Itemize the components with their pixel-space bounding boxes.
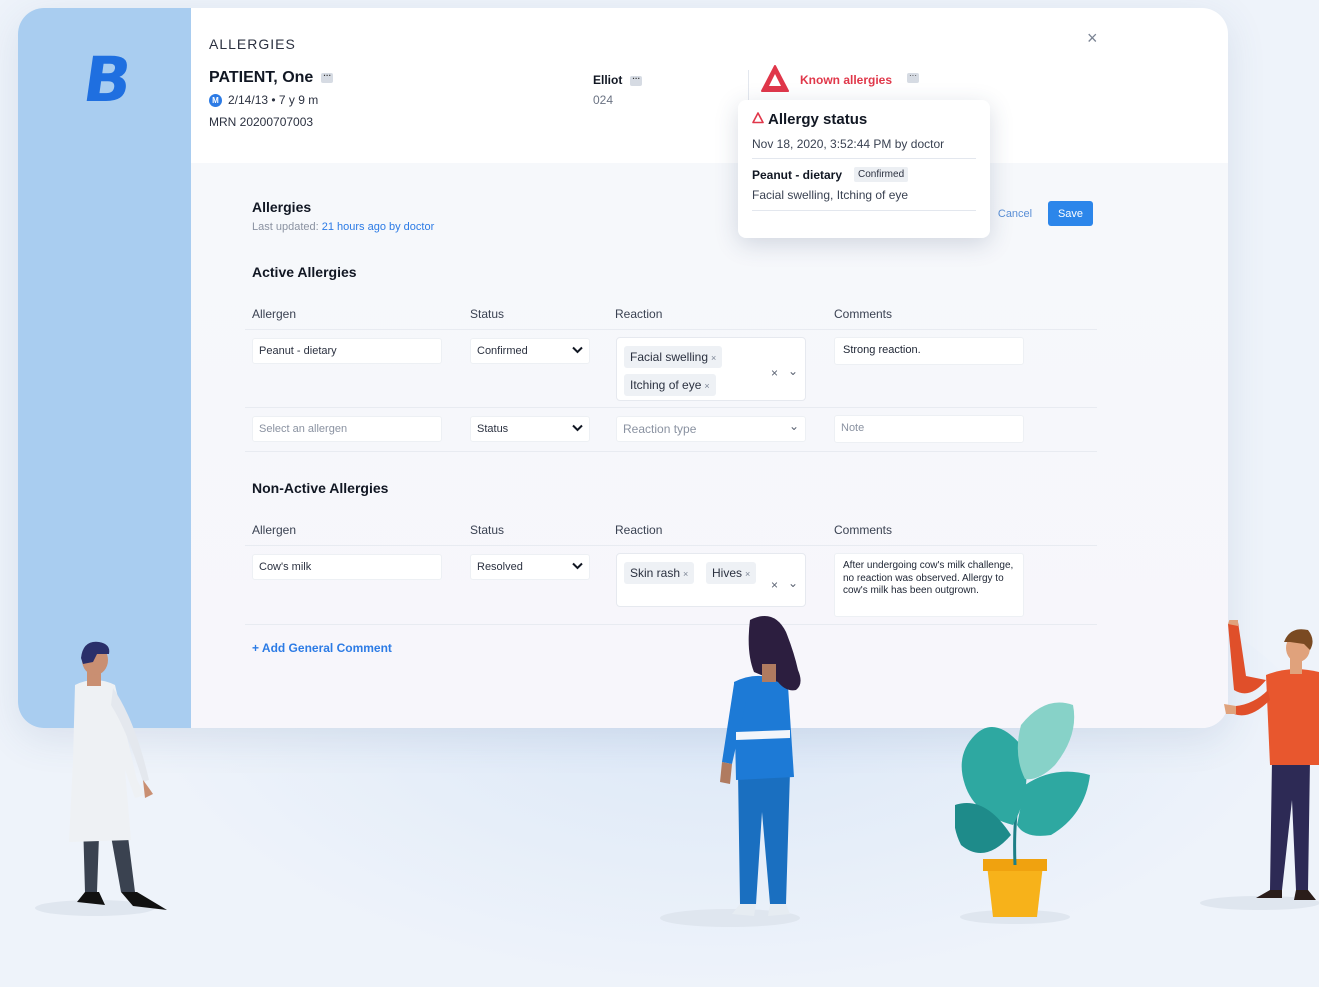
- nonactive-allergies-title: Non-Active Allergies: [252, 480, 389, 496]
- popover-title: Allergy status: [752, 111, 867, 128]
- popover-status-badge: Confirmed: [854, 167, 909, 182]
- reaction-chip[interactable]: Skin rash ×: [624, 562, 695, 584]
- known-allergies-more-icon[interactable]: ···: [907, 72, 919, 83]
- active-allergies-title: Active Allergies: [252, 264, 357, 280]
- clear-icon[interactable]: ×: [771, 578, 778, 592]
- nurse-illustration: [660, 616, 801, 927]
- note-field[interactable]: Note: [834, 415, 1024, 443]
- table-divider: [245, 407, 1097, 408]
- chevron-down-icon: [572, 560, 583, 573]
- chevron-down-icon: ⌄: [788, 419, 799, 433]
- clear-icon[interactable]: ×: [771, 366, 778, 380]
- patient-dob: M 2/14/13 • 7 y 9 m: [209, 93, 318, 107]
- status-select[interactable]: Confirmed: [470, 338, 590, 364]
- comment-field[interactable]: After undergoing cow's milk challenge, n…: [834, 553, 1024, 617]
- remove-chip-icon[interactable]: ×: [745, 569, 750, 579]
- status-select-value: Status: [477, 423, 509, 435]
- column-header-allergen: Allergen: [252, 523, 297, 537]
- reaction-chip[interactable]: Hives ×: [706, 562, 757, 584]
- allergy-status-popover: Allergy status Nov 18, 2020, 3:52:44 PM …: [738, 100, 990, 238]
- page-title: ALLERGIES: [209, 36, 296, 52]
- column-header-comments: Comments: [834, 307, 893, 321]
- provider-id: 024: [593, 93, 614, 107]
- chevron-down-icon[interactable]: ⌄: [788, 364, 798, 378]
- chevron-down-icon: [572, 422, 583, 435]
- remove-chip-icon[interactable]: ×: [704, 381, 709, 391]
- patient-more-icon[interactable]: ···: [321, 71, 334, 83]
- reaction-chip-label: Hives: [712, 566, 743, 580]
- remove-chip-icon[interactable]: ×: [683, 569, 688, 579]
- allergies-title: Allergies: [252, 199, 312, 215]
- plant-illustration: [955, 702, 1090, 924]
- column-header-reaction: Reaction: [615, 523, 663, 537]
- alert-triangle-icon[interactable]: [760, 64, 790, 94]
- column-header-allergen: Allergen: [252, 307, 297, 321]
- reaction-chip-label: Itching of eye: [630, 378, 702, 392]
- sidebar: B: [18, 8, 191, 728]
- reaction-multiselect[interactable]: Skin rash × Hives × × ⌄: [616, 553, 806, 607]
- last-updated-link[interactable]: 21 hours ago by doctor: [322, 221, 435, 233]
- comment-field[interactable]: Strong reaction.: [834, 337, 1024, 365]
- status-select-value: Confirmed: [477, 345, 528, 357]
- patient-dob-text: 2/14/13 • 7 y 9 m: [228, 93, 319, 107]
- chevron-down-icon: [572, 344, 583, 357]
- last-updated: Last updated: 21 hours ago by doctor: [252, 221, 434, 233]
- patient-name-text: PATIENT, One: [209, 69, 314, 86]
- reaction-chip-label: Skin rash: [630, 566, 681, 580]
- table-divider: [245, 451, 1097, 452]
- column-header-comments: Comments: [834, 523, 893, 537]
- allergen-field[interactable]: Peanut - dietary: [252, 338, 442, 364]
- provider-more-icon[interactable]: ···: [630, 74, 643, 86]
- patient-mrn: MRN 20200707003: [209, 115, 314, 129]
- close-icon[interactable]: ×: [1087, 28, 1098, 49]
- provider-name-text: Elliot: [593, 73, 623, 87]
- popover-date: Nov 18, 2020, 3:52:44 PM by doctor: [752, 137, 945, 151]
- add-general-comment-link[interactable]: + Add General Comment: [252, 641, 392, 655]
- status-select[interactable]: Status: [470, 416, 590, 442]
- table-divider: [245, 545, 1097, 546]
- popover-title-text: Allergy status: [768, 111, 868, 128]
- chevron-down-icon[interactable]: ⌄: [788, 576, 798, 590]
- popover-allergen: Peanut - dietary: [752, 168, 843, 182]
- man-illustration: [1200, 620, 1319, 910]
- reaction-type-select[interactable]: Reaction type ⌄: [616, 416, 806, 442]
- popover-reaction: Facial swelling, Itching of eye: [752, 188, 909, 202]
- column-header-status: Status: [470, 523, 505, 537]
- cancel-button[interactable]: Cancel: [990, 202, 1040, 226]
- brand-logo: B: [78, 43, 137, 116]
- allergen-select[interactable]: Select an allergen: [252, 416, 442, 442]
- allergen-field[interactable]: Cow's milk: [252, 554, 442, 580]
- provider-name: Elliot ···: [593, 73, 643, 87]
- popover-divider: [752, 158, 976, 159]
- popover-divider: [752, 210, 976, 211]
- reaction-type-placeholder: Reaction type: [623, 422, 697, 436]
- column-header-reaction: Reaction: [615, 307, 663, 321]
- patient-name: PATIENT, One ···: [209, 69, 334, 87]
- save-button[interactable]: Save: [1048, 201, 1093, 226]
- gender-badge: M: [209, 93, 222, 107]
- reaction-chip-label: Facial swelling: [630, 350, 709, 364]
- status-select-value: Resolved: [477, 561, 523, 573]
- last-updated-label: Last updated:: [252, 221, 319, 233]
- remove-chip-icon[interactable]: ×: [711, 353, 716, 363]
- doctor-illustration: [35, 641, 167, 916]
- known-allergies-link[interactable]: Known allergies: [800, 73, 892, 87]
- status-select[interactable]: Resolved: [470, 554, 590, 580]
- warning-icon: [752, 112, 764, 127]
- reaction-chip[interactable]: Itching of eye ×: [624, 374, 716, 396]
- table-divider: [245, 329, 1097, 330]
- column-header-status: Status: [470, 307, 505, 321]
- reaction-multiselect[interactable]: Facial swelling × Itching of eye × × ⌄: [616, 337, 806, 401]
- reaction-chip[interactable]: Facial swelling ×: [624, 346, 723, 368]
